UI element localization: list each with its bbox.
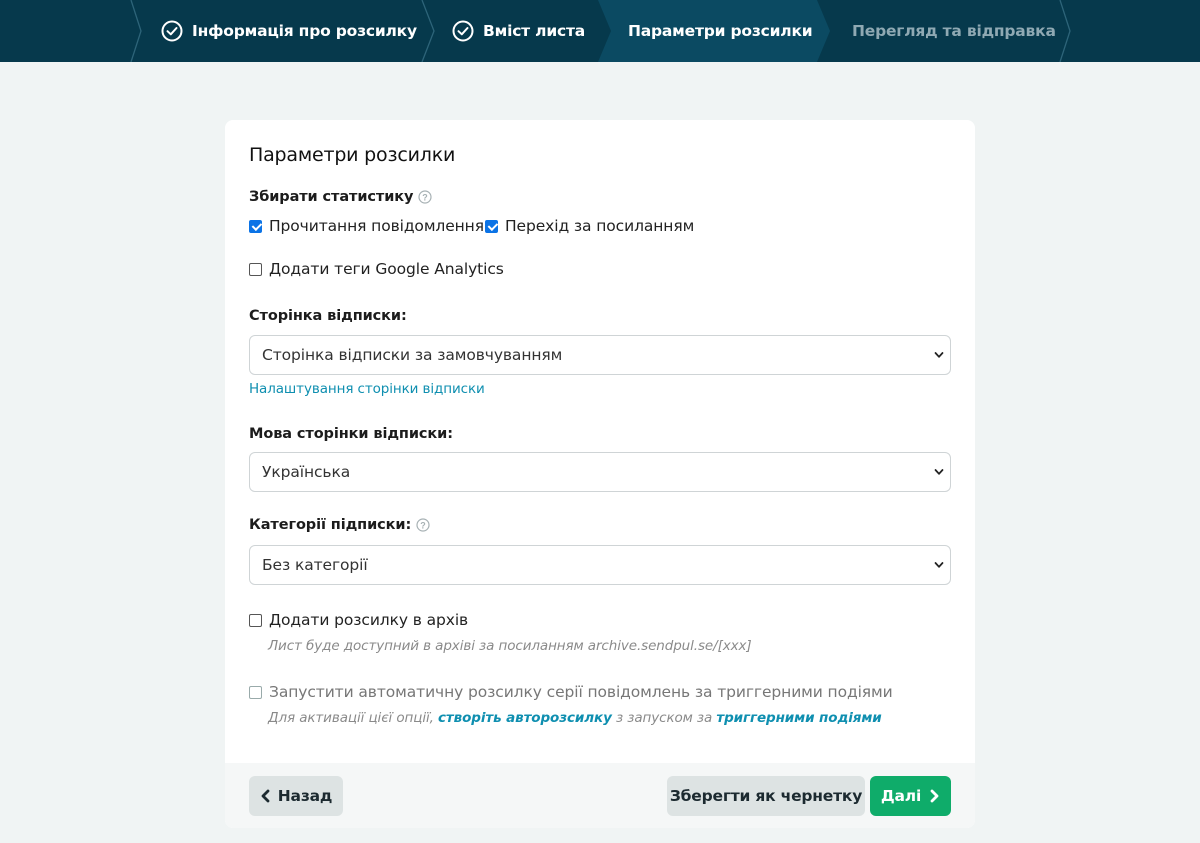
save-draft-button[interactable]: Зберегти як чернетку bbox=[667, 776, 865, 816]
unsubscribe-lang-text: Мова сторінки відписки: bbox=[249, 426, 453, 442]
check-circle-icon bbox=[161, 20, 183, 42]
checkbox-box[interactable] bbox=[249, 262, 262, 276]
unsubscribe-lang-select[interactable]: Українська bbox=[249, 452, 951, 492]
step-email-content[interactable]: Вміст листа bbox=[452, 0, 585, 62]
hint-text: Для активації цієї опції, bbox=[268, 710, 434, 726]
unsubscribe-page-text: Сторінка відписки: bbox=[249, 308, 407, 324]
trigger-hint: Для активації цієї опції, створіть автор… bbox=[268, 710, 882, 726]
back-button[interactable]: Назад bbox=[249, 776, 343, 816]
chevron-down-icon bbox=[934, 352, 944, 358]
step-label: Параметри розсилки bbox=[628, 22, 813, 40]
chevron-left-icon bbox=[261, 789, 270, 803]
svg-text:?: ? bbox=[420, 520, 425, 530]
collect-stats-text: Збирати статистику bbox=[249, 189, 414, 205]
select-value: Сторінка відписки за замовчуванням bbox=[262, 346, 563, 364]
trigger-automation-checkbox[interactable]: Запустити автоматичну розсилку серії пов… bbox=[249, 683, 893, 701]
step-label: Вміст листа bbox=[483, 22, 586, 40]
checkbox-box[interactable] bbox=[485, 219, 498, 233]
save-draft-label: Зберегти як чернетку bbox=[669, 787, 863, 805]
card-title: Параметри розсилки bbox=[249, 144, 456, 166]
google-analytics-checkbox[interactable]: Додати теги Google Analytics bbox=[249, 260, 504, 278]
track-opens-checkbox[interactable]: Прочитання повідомлення bbox=[249, 217, 484, 235]
next-button[interactable]: Далі bbox=[870, 776, 951, 816]
step-campaign-params[interactable]: Параметри розсилки bbox=[628, 0, 813, 62]
chevron-down-icon bbox=[934, 562, 944, 568]
unsubscribe-page-select[interactable]: Сторінка відписки за замовчуванням bbox=[249, 335, 951, 375]
chevron-down-icon bbox=[934, 469, 944, 475]
step-label: Перегляд та відправка bbox=[852, 22, 1056, 40]
collect-stats-label: Збирати статистику ? bbox=[249, 189, 432, 205]
trigger-events-link[interactable]: триггерними подіями bbox=[716, 710, 881, 726]
chevron-right-icon bbox=[930, 789, 939, 803]
checkbox-label: Перехід за посиланням bbox=[505, 217, 695, 235]
add-to-archive-checkbox[interactable]: Додати розсилку в архів bbox=[249, 611, 468, 629]
help-icon[interactable]: ? bbox=[418, 190, 432, 204]
step-campaign-info[interactable]: Інформація про розсилку bbox=[161, 0, 417, 62]
checkbox-box[interactable] bbox=[249, 685, 262, 699]
create-autoresponder-link[interactable]: створіть авторозсилку bbox=[438, 710, 612, 726]
wizard-stepper: Інформація про розсилку Вміст листа Пара… bbox=[0, 0, 1200, 62]
checkbox-label: Додати теги Google Analytics bbox=[269, 260, 504, 278]
checkbox-label: Прочитання повідомлення bbox=[269, 217, 484, 235]
svg-text:?: ? bbox=[423, 192, 428, 202]
checkbox-label: Запустити автоматичну розсилку серії пов… bbox=[269, 683, 893, 701]
checkbox-label: Додати розсилку в архів bbox=[269, 611, 469, 629]
track-clicks-checkbox[interactable]: Перехід за посиланням bbox=[485, 217, 694, 235]
check-circle-icon bbox=[452, 20, 474, 42]
unsubscribe-page-label: Сторінка відписки: bbox=[249, 308, 407, 324]
select-value: Українська bbox=[262, 463, 351, 481]
subscription-categories-label: Категорії підписки: ? bbox=[249, 517, 430, 533]
archive-hint: Лист буде доступний в архіві за посиланн… bbox=[268, 638, 752, 654]
unsubscribe-page-settings-link[interactable]: Налаштування сторінки відписки bbox=[249, 381, 485, 397]
step-review-send[interactable]: Перегляд та відправка bbox=[852, 0, 1056, 62]
checkbox-box[interactable] bbox=[249, 219, 262, 233]
select-value: Без категорії bbox=[262, 556, 368, 574]
help-icon[interactable]: ? bbox=[416, 518, 430, 532]
subscription-categories-select[interactable]: Без категорії bbox=[249, 545, 951, 585]
subscription-categories-text: Категорії підписки: bbox=[249, 517, 412, 533]
back-button-label: Назад bbox=[277, 787, 333, 805]
next-button-label: Далі bbox=[880, 787, 922, 805]
hint-text: з запуском за bbox=[615, 710, 713, 726]
card-footer: Назад Зберегти як чернетку Далі bbox=[225, 763, 975, 828]
step-label: Інформація про розсилку bbox=[192, 22, 417, 40]
unsubscribe-lang-label: Мова сторінки відписки: bbox=[249, 426, 453, 442]
campaign-params-card: Параметри розсилки Збирати статистику ? … bbox=[225, 120, 975, 828]
checkbox-box[interactable] bbox=[249, 613, 262, 627]
